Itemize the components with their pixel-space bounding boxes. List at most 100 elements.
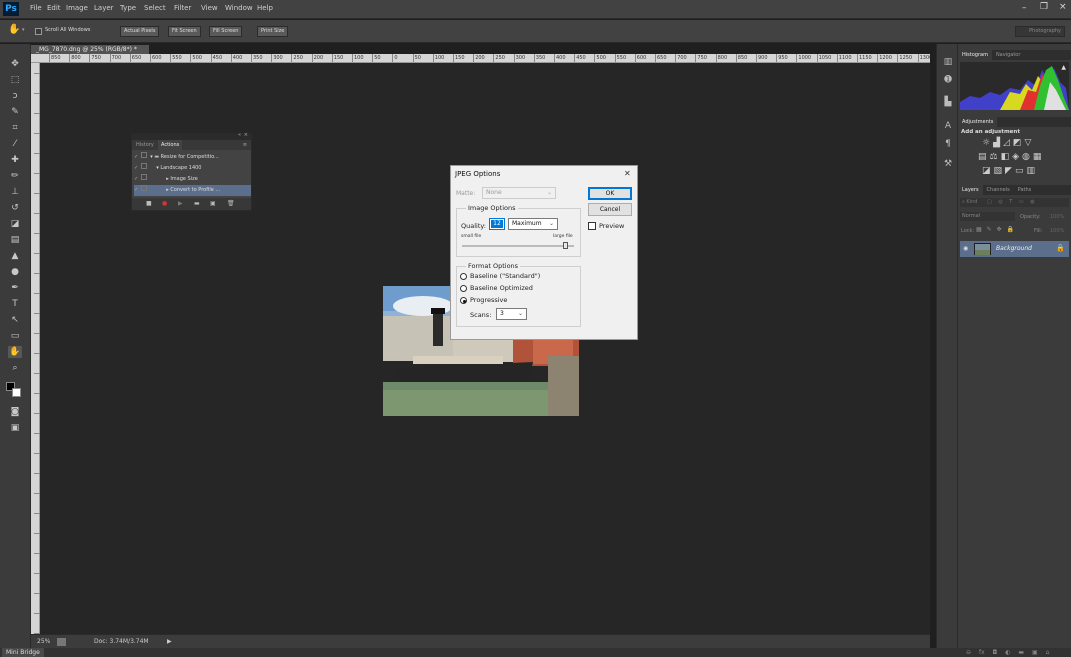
menu-edit[interactable]: Edit xyxy=(47,4,61,12)
posterize-icon[interactable]: ▧ xyxy=(994,166,1006,176)
tools-dock-icon[interactable]: ⚒ xyxy=(942,158,954,170)
baseline-optimized-radio[interactable] xyxy=(460,285,467,292)
fit-screen-button[interactable]: Fit Screen xyxy=(168,26,201,37)
print-size-button[interactable]: Print Size xyxy=(257,26,289,37)
levels-icon[interactable]: ▟ xyxy=(993,138,1003,148)
check-icon[interactable]: ✓ xyxy=(134,165,138,171)
expand-icon[interactable]: ▾ xyxy=(156,165,159,171)
type-tool-icon[interactable]: T xyxy=(8,298,22,310)
trash-icon[interactable]: ⌂ xyxy=(1046,649,1050,656)
crop-tool-icon[interactable]: ⌗ xyxy=(8,122,22,134)
selective-color-icon[interactable]: ▥ xyxy=(1026,166,1038,176)
dialog-toggle-icon[interactable] xyxy=(141,185,148,191)
mini-bridge-tab[interactable]: Mini Bridge xyxy=(2,648,44,657)
blend-mode-select[interactable]: Normal xyxy=(960,212,1015,221)
progressive-radio[interactable] xyxy=(460,297,467,304)
layer-filter-row[interactable]: ⌕ Kind ▢ ◎ T ▭ ◍ xyxy=(960,198,1069,207)
tab-paths[interactable]: Paths xyxy=(1014,185,1036,195)
quality-input[interactable]: 12 xyxy=(489,218,505,230)
hand-tool-icon[interactable]: ✋ xyxy=(8,346,22,358)
brush-tool-icon[interactable]: ✏ xyxy=(8,170,22,182)
healing-brush-tool-icon[interactable]: ✚ xyxy=(8,154,22,166)
action-row-selected[interactable]: ✓ ▸ Convert to Profile ... xyxy=(134,185,251,196)
paragraph-dock-icon[interactable]: ¶ xyxy=(942,138,954,150)
info-dock-icon[interactable]: ➊ xyxy=(942,74,954,86)
export-icon[interactable] xyxy=(57,638,66,646)
check-icon[interactable]: ✓ xyxy=(134,154,138,160)
stop-icon[interactable]: ■ xyxy=(146,198,152,210)
pen-tool-icon[interactable]: ✒ xyxy=(8,282,22,294)
tab-histogram[interactable]: Histogram xyxy=(958,50,992,60)
tab-channels[interactable]: Channels xyxy=(983,185,1014,195)
channel-mixer-icon[interactable]: ◍ xyxy=(1022,152,1033,162)
photo-filter-icon[interactable]: ◈ xyxy=(1012,152,1022,162)
vibrance-icon[interactable]: ▽ xyxy=(1024,138,1034,148)
lock-icon[interactable]: 🔒 xyxy=(1056,244,1065,252)
menu-image[interactable]: Image xyxy=(66,4,88,12)
menu-view[interactable]: View xyxy=(201,4,218,12)
blur-tool-icon[interactable]: ▲ xyxy=(8,250,22,262)
clone-stamp-tool-icon[interactable]: ⊥ xyxy=(8,186,22,198)
preview-checkbox[interactable] xyxy=(588,222,596,230)
action-row[interactable]: ✓ ▸ Image Size xyxy=(134,174,251,185)
action-row[interactable]: ✓ ▾ Landscape 1400 xyxy=(134,163,251,174)
ok-button[interactable]: OK xyxy=(588,187,632,200)
collapsed-icon[interactable]: ▸ xyxy=(166,176,169,182)
lock-icons[interactable]: ▦ ✎ ✥ 🔒 xyxy=(976,226,1014,233)
screen-mode-icon[interactable]: ▣ xyxy=(8,422,22,434)
dialog-toggle-icon[interactable] xyxy=(141,152,148,158)
hue-saturation-icon[interactable]: ▤ xyxy=(978,152,990,162)
scans-select[interactable]: 3 ⌄ xyxy=(496,308,527,320)
expand-icon[interactable]: ▾ xyxy=(150,154,153,160)
tab-actions[interactable]: Actions xyxy=(158,140,183,150)
new-action-icon[interactable]: ▣ xyxy=(210,198,216,210)
eyedropper-tool-icon[interactable]: ⁄ xyxy=(8,138,22,150)
hand-tool-icon[interactable]: ✋ xyxy=(8,24,20,35)
color-balance-icon[interactable]: ⚖ xyxy=(990,152,1001,162)
quality-preset-select[interactable]: Maximum ⌄ xyxy=(508,218,558,230)
record-icon[interactable]: ● xyxy=(162,198,167,210)
layer-name[interactable]: Background xyxy=(996,245,1032,252)
visibility-eye-icon[interactable]: ◉ xyxy=(963,245,968,252)
menu-type[interactable]: Type xyxy=(120,4,136,12)
quality-slider-thumb[interactable] xyxy=(562,242,568,249)
color-lookup-icon[interactable]: ▦ xyxy=(1033,152,1045,162)
baseline-standard-radio[interactable] xyxy=(460,273,467,280)
zoom-tool-icon[interactable]: ⌕ xyxy=(8,362,22,374)
cancel-button[interactable]: Cancel xyxy=(588,203,632,216)
tab-layers[interactable]: Layers xyxy=(958,185,983,195)
delete-icon[interactable]: 🗑 xyxy=(227,198,235,210)
zoom-level[interactable]: 25% xyxy=(37,635,50,649)
fx-icon[interactable]: fx xyxy=(979,649,985,656)
character-dock-icon[interactable]: A xyxy=(942,120,954,132)
gradient-tool-icon[interactable]: ▤ xyxy=(8,234,22,246)
actual-pixels-button[interactable]: Actual Pixels xyxy=(120,26,160,37)
dialog-toggle-icon[interactable] xyxy=(141,174,148,180)
dodge-tool-icon[interactable]: ● xyxy=(8,266,22,278)
histogram-dock-icon[interactable]: ▥ xyxy=(942,56,954,68)
dialog-toggle-icon[interactable] xyxy=(141,163,148,169)
scroll-all-windows-checkbox[interactable] xyxy=(35,28,42,35)
play-icon[interactable]: ▶ xyxy=(178,198,183,210)
quick-select-tool-icon[interactable]: ✎ xyxy=(8,106,22,118)
close-panel-icon[interactable]: × xyxy=(244,132,248,138)
background-color-swatch[interactable] xyxy=(12,388,21,397)
collapse-icon[interactable]: « xyxy=(238,132,241,138)
check-icon[interactable]: ✓ xyxy=(134,176,138,182)
menu-file[interactable]: File xyxy=(30,4,42,12)
path-select-tool-icon[interactable]: ↖ xyxy=(8,314,22,326)
black-white-icon[interactable]: ◧ xyxy=(1001,152,1013,162)
warning-icon[interactable]: ▲ xyxy=(1061,64,1066,71)
new-layer-icon[interactable]: ▣ xyxy=(1032,649,1038,656)
shape-tool-icon[interactable]: ▭ xyxy=(8,330,22,342)
menu-window[interactable]: Window xyxy=(225,4,253,12)
curves-icon[interactable]: ◿ xyxy=(1003,138,1013,148)
menu-filter[interactable]: Filter xyxy=(174,4,191,12)
dialog-close-icon[interactable]: ✕ xyxy=(624,169,631,178)
exposure-icon[interactable]: ◩ xyxy=(1013,138,1025,148)
eraser-tool-icon[interactable]: ◪ xyxy=(8,218,22,230)
layer-comps-dock-icon[interactable]: ▙ xyxy=(942,96,954,108)
history-brush-tool-icon[interactable]: ↺ xyxy=(8,202,22,214)
brightness-icon[interactable]: ☼ xyxy=(982,138,993,148)
minimize-icon[interactable]: – xyxy=(1022,3,1027,13)
